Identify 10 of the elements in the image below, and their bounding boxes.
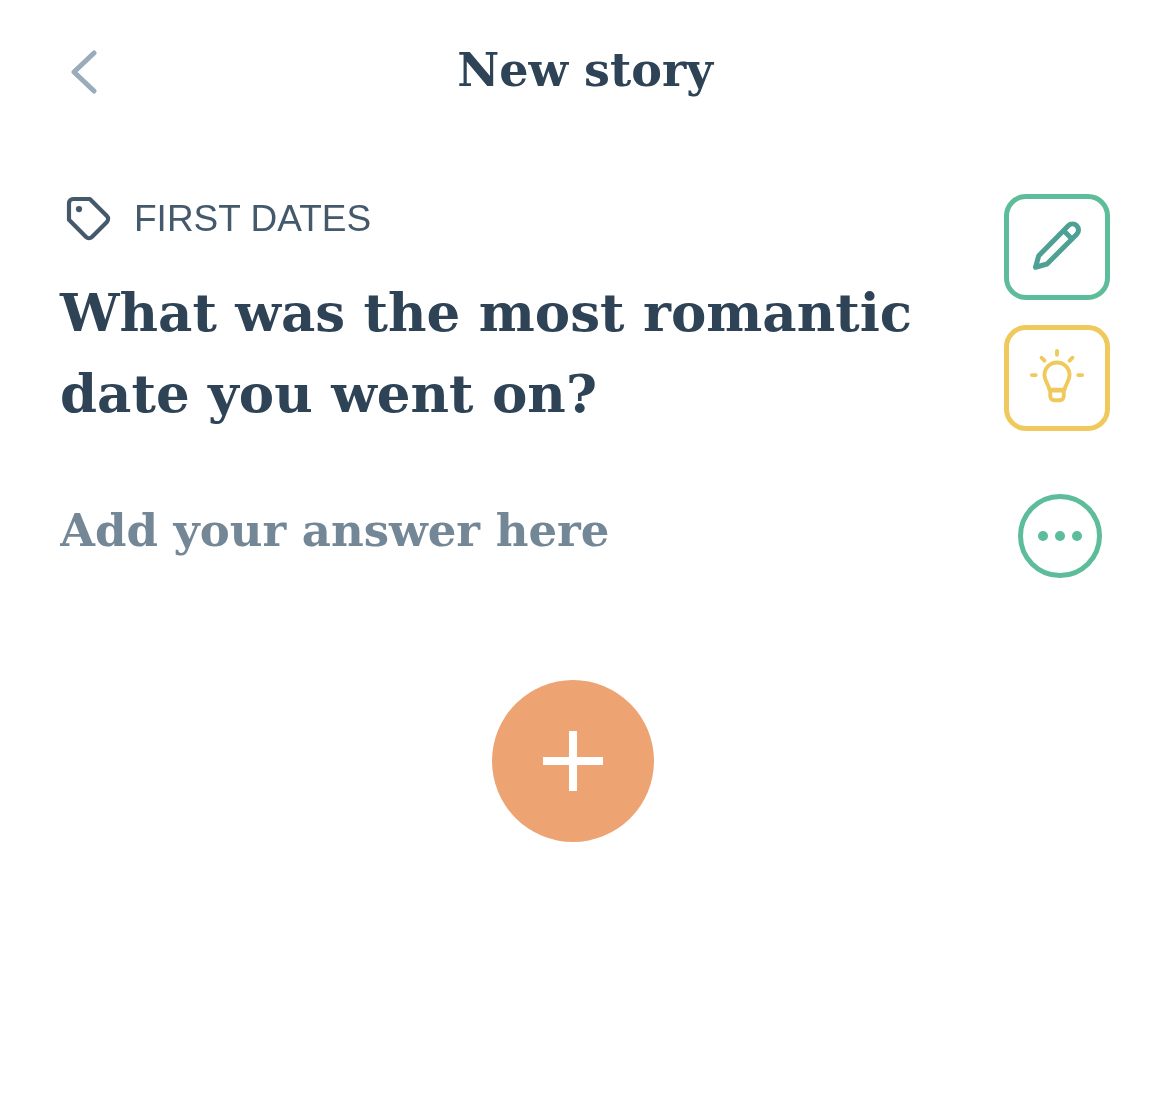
- plus-icon: [543, 731, 603, 791]
- edit-button[interactable]: [1004, 194, 1110, 300]
- idea-button[interactable]: [1004, 325, 1110, 431]
- category-label: FIRST DATES: [134, 197, 372, 241]
- answer-field[interactable]: Add your answer here: [60, 499, 1018, 561]
- ellipsis-icon: [1038, 531, 1082, 541]
- page-title: New story: [457, 42, 713, 99]
- question-text: What was the most romantic date you went on?: [60, 280, 914, 426]
- chevron-left-icon: [70, 49, 98, 94]
- back-button[interactable]: [70, 49, 98, 94]
